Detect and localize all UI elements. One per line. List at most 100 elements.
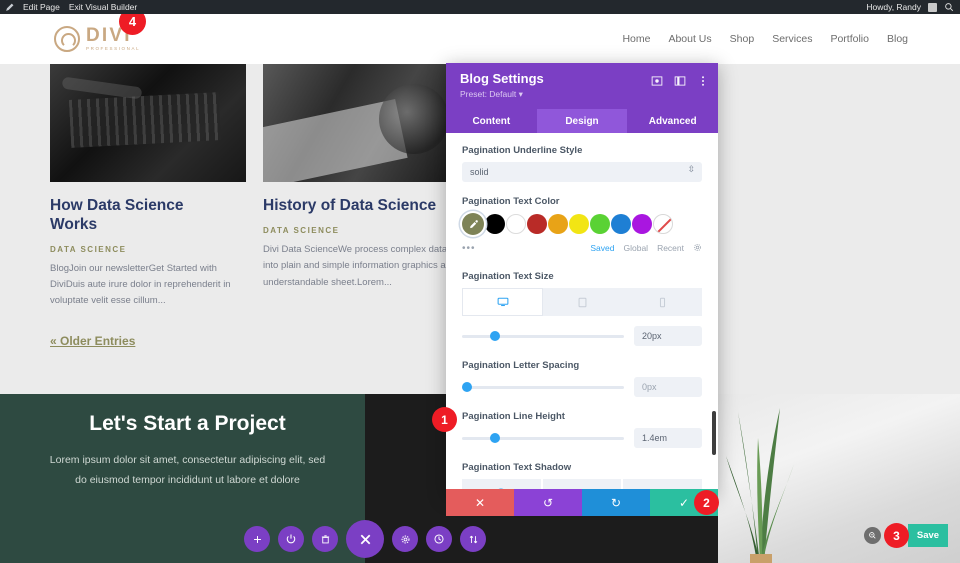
- nav-item-home[interactable]: Home: [622, 33, 650, 45]
- wp-admin-bar: Edit Page Exit Visual Builder Howdy, Ran…: [0, 0, 960, 14]
- discard-changes-button[interactable]: ✕: [446, 489, 514, 516]
- blog-post-card[interactable]: How Data Science Works DATA SCIENCE Blog…: [50, 64, 246, 310]
- post-category[interactable]: DATA SCIENCE: [50, 245, 246, 254]
- color-swatch-transparent[interactable]: [653, 214, 673, 234]
- color-swatch-green[interactable]: [590, 214, 610, 234]
- save-button[interactable]: Save: [908, 524, 948, 547]
- text-size-value[interactable]: 20px: [634, 326, 702, 346]
- admin-bar-right: Howdy, Randy: [866, 2, 960, 12]
- delete-button[interactable]: [312, 526, 338, 552]
- palette-links: Saved Global Recent: [590, 239, 702, 257]
- admin-bar-edit-page[interactable]: Edit Page: [23, 2, 60, 12]
- responsive-button[interactable]: [460, 526, 486, 552]
- post-thumbnail[interactable]: [263, 64, 459, 182]
- modal-header: Blog Settings Preset: Default ▾: [446, 63, 718, 109]
- history-button[interactable]: [426, 526, 452, 552]
- field-label: Pagination Line Height: [462, 411, 565, 422]
- avatar-icon[interactable]: [928, 2, 937, 12]
- palette-tab-recent[interactable]: Recent: [657, 243, 684, 253]
- tab-content[interactable]: Content: [446, 109, 537, 133]
- main-navigation: Home About Us Shop Services Portfolio Bl…: [622, 33, 908, 45]
- tab-design[interactable]: Design: [536, 109, 628, 133]
- post-thumbnail[interactable]: [50, 64, 246, 182]
- layout-panel-icon[interactable]: [674, 74, 686, 86]
- blog-post-card[interactable]: History of Data Science DATA SCIENCE Div…: [263, 64, 459, 310]
- modal-preset-selector[interactable]: Preset: Default ▾: [460, 89, 708, 100]
- redo-button[interactable]: ↻: [582, 489, 650, 516]
- tablet-icon[interactable]: [543, 288, 623, 316]
- text-size-slider[interactable]: [462, 331, 624, 341]
- modal-action-bar: ✕ ↺ ↻ ✓: [446, 489, 718, 516]
- post-title[interactable]: How Data Science Works: [50, 197, 246, 235]
- step-badge-1: 1: [432, 407, 457, 432]
- post-excerpt: Divi Data ScienceWe process complex data…: [263, 243, 457, 288]
- kebab-menu-icon[interactable]: [697, 74, 709, 86]
- close-builder-button[interactable]: [346, 520, 384, 558]
- slider-handle[interactable]: [489, 433, 500, 443]
- undo-button[interactable]: ↺: [514, 489, 582, 516]
- color-swatch-orange[interactable]: [548, 214, 568, 234]
- device-toggle-row: [462, 288, 702, 316]
- plant-image: [726, 408, 794, 563]
- slider-handle[interactable]: [489, 331, 500, 341]
- post-excerpt: BlogJoin our newsletterGet Started with …: [50, 262, 231, 307]
- color-swatch-yellow[interactable]: [569, 214, 589, 234]
- admin-bar-exit-visual-builder[interactable]: Exit Visual Builder: [69, 2, 137, 12]
- color-swatch-blue[interactable]: [611, 214, 631, 234]
- admin-bar-howdy[interactable]: Howdy, Randy: [866, 2, 921, 12]
- letter-spacing-slider[interactable]: [462, 382, 624, 392]
- nav-item-services[interactable]: Services: [772, 33, 812, 45]
- color-swatch-dark-red[interactable]: [527, 214, 547, 234]
- power-icon: [286, 534, 296, 544]
- close-icon: [360, 534, 370, 544]
- chevron-updown-icon: ⇳: [687, 164, 695, 174]
- gear-icon: [401, 535, 409, 543]
- letter-spacing-slider-row: 0px: [462, 377, 702, 397]
- color-swatch-white[interactable]: [506, 214, 526, 234]
- fullscreen-icon[interactable]: [651, 74, 663, 86]
- field-label: Pagination Letter Spacing: [462, 360, 580, 371]
- field-pagination-letter-spacing: Pagination Letter Spacing 0px: [462, 360, 702, 397]
- nav-item-about-us[interactable]: About Us: [668, 33, 711, 45]
- more-colors-button[interactable]: •••: [462, 243, 476, 254]
- power-toggle-button[interactable]: [278, 526, 304, 552]
- step-badge-3: 3: [884, 523, 909, 548]
- gear-icon[interactable]: [693, 239, 702, 257]
- clock-icon: [434, 534, 444, 544]
- nav-item-blog[interactable]: Blog: [887, 33, 908, 45]
- selected-color-swatch[interactable]: [462, 213, 484, 235]
- desktop-icon[interactable]: [462, 288, 544, 316]
- line-height-value[interactable]: 1.4em: [634, 428, 702, 448]
- nav-item-portfolio[interactable]: Portfolio: [830, 33, 869, 45]
- underline-style-select[interactable]: solid ⇳: [462, 162, 702, 182]
- underline-style-value: solid: [470, 167, 489, 177]
- nav-item-shop[interactable]: Shop: [730, 33, 755, 45]
- color-swatch-black[interactable]: [485, 214, 505, 234]
- visual-builder-toolbar: [244, 519, 486, 559]
- blog-settings-modal: Blog Settings Preset: Default ▾ Content …: [446, 63, 718, 495]
- post-title[interactable]: History of Data Science: [263, 197, 459, 216]
- zoom-out-icon[interactable]: [864, 527, 881, 544]
- plus-icon: [253, 535, 261, 543]
- trash-icon: [321, 534, 329, 543]
- text-size-slider-row: 20px: [462, 326, 702, 346]
- field-pagination-line-height: Pagination Line Height 1.4em: [462, 411, 702, 448]
- phone-icon[interactable]: [622, 288, 702, 316]
- add-section-button[interactable]: [244, 526, 270, 552]
- post-category[interactable]: DATA SCIENCE: [263, 226, 459, 235]
- line-height-slider[interactable]: [462, 433, 624, 443]
- color-swatch-purple[interactable]: [632, 214, 652, 234]
- modal-body: Pagination Underline Style solid ⇳ Pagin…: [446, 133, 718, 495]
- search-icon[interactable]: [944, 2, 954, 12]
- tab-advanced[interactable]: Advanced: [627, 109, 718, 133]
- palette-tab-saved[interactable]: Saved: [590, 243, 614, 253]
- palette-tab-global[interactable]: Global: [623, 243, 648, 253]
- older-entries-link[interactable]: « Older Entries: [50, 334, 135, 348]
- field-label: Pagination Underline Style: [462, 145, 583, 156]
- settings-button[interactable]: [392, 526, 418, 552]
- letter-spacing-value[interactable]: 0px: [634, 377, 702, 397]
- modal-scrollbar[interactable]: [712, 411, 716, 455]
- slider-handle[interactable]: [462, 382, 472, 392]
- modal-tabs: Content Design Advanced: [446, 109, 718, 133]
- field-label: Pagination Text Size: [462, 271, 554, 282]
